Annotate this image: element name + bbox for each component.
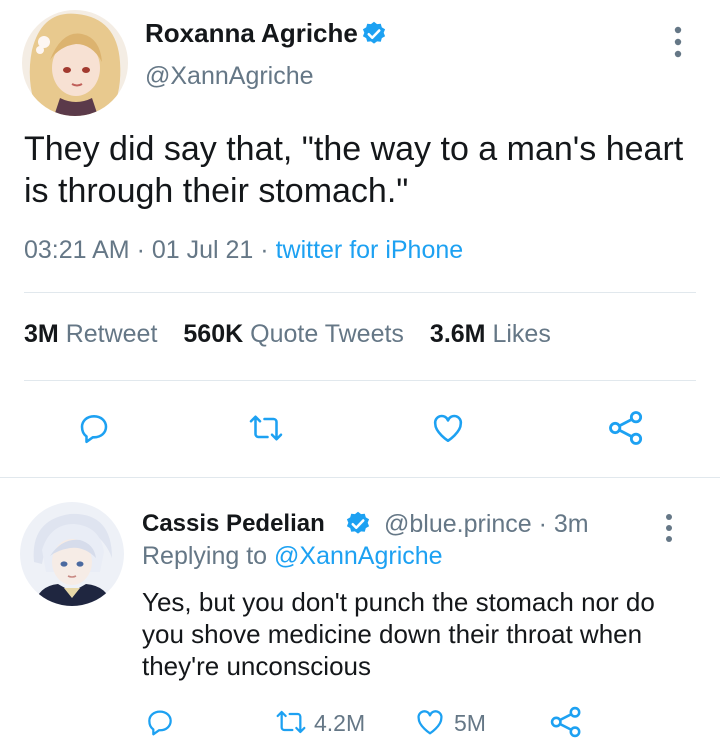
likes-count: 3.6M: [429, 320, 486, 348]
display-name[interactable]: Roxanna Agriche: [145, 18, 358, 49]
tweet-text: They did say that, "the way to a man's h…: [24, 130, 684, 210]
replying-label: Replying to: [142, 542, 268, 570]
likes-stat[interactable]: 3.6M Likes: [430, 320, 551, 348]
retweet-icon[interactable]: [246, 410, 286, 446]
tweet-time: 03:21 AM: [24, 236, 130, 264]
replying-to: Replying to @XannAgriche: [142, 542, 443, 571]
share-icon[interactable]: [606, 408, 646, 448]
like-icon[interactable]: [428, 410, 468, 446]
retweets-label: Retweet: [65, 320, 158, 348]
divider: [24, 292, 696, 293]
quotes-count: 560K: [183, 320, 244, 348]
mention-link[interactable]: @XannAgriche: [274, 542, 443, 570]
retweet-icon[interactable]: [272, 706, 310, 738]
tweet-separator: [0, 477, 720, 478]
retweet-count: 4.2M: [314, 710, 366, 736]
tweet-date: 01 Jul 21: [151, 236, 254, 264]
reply-icon[interactable]: [144, 706, 176, 738]
retweets-stat[interactable]: 3M Retweet: [24, 320, 157, 348]
likes-label: Likes: [492, 320, 551, 348]
avatar[interactable]: [22, 10, 128, 116]
retweets-count: 3M: [24, 320, 59, 348]
main-tweet: Roxanna Agriche @XannAgriche They did sa…: [0, 0, 720, 477]
like-count: 5M: [454, 710, 486, 736]
handle[interactable]: @blue.prince: [384, 510, 532, 538]
tweet-source[interactable]: twitter for iPhone: [276, 236, 464, 264]
reply-icon[interactable]: [76, 410, 112, 446]
like-icon[interactable]: [412, 706, 448, 738]
reply-handle-line: @blue.prince · 3m: [384, 510, 589, 539]
meta-separator: ·: [136, 236, 152, 264]
reply-text: Yes, but you don't punch the stomach nor…: [142, 587, 655, 681]
share-icon[interactable]: [548, 704, 584, 740]
more-icon[interactable]: [668, 24, 688, 60]
display-name[interactable]: Cassis Pedelian: [142, 510, 325, 538]
divider: [24, 380, 696, 381]
meta-separator: ·: [260, 236, 276, 264]
verified-icon: [362, 21, 386, 44]
handle[interactable]: @XannAgriche: [145, 62, 314, 91]
tweet-meta: 03:21 AM · 01 Jul 21 · twitter for iPhon…: [24, 236, 463, 265]
avatar[interactable]: [20, 502, 124, 606]
quotes-label: Quote Tweets: [250, 320, 404, 348]
verified-icon: [346, 511, 370, 534]
meta-separator: ·: [531, 510, 554, 538]
time-ago: 3m: [553, 510, 589, 538]
tweet-stats: 3M Retweet 560K Quote Tweets 3.6M Likes: [24, 320, 551, 349]
more-icon[interactable]: [660, 512, 678, 544]
quotes-stat[interactable]: 560K Quote Tweets: [183, 320, 404, 348]
